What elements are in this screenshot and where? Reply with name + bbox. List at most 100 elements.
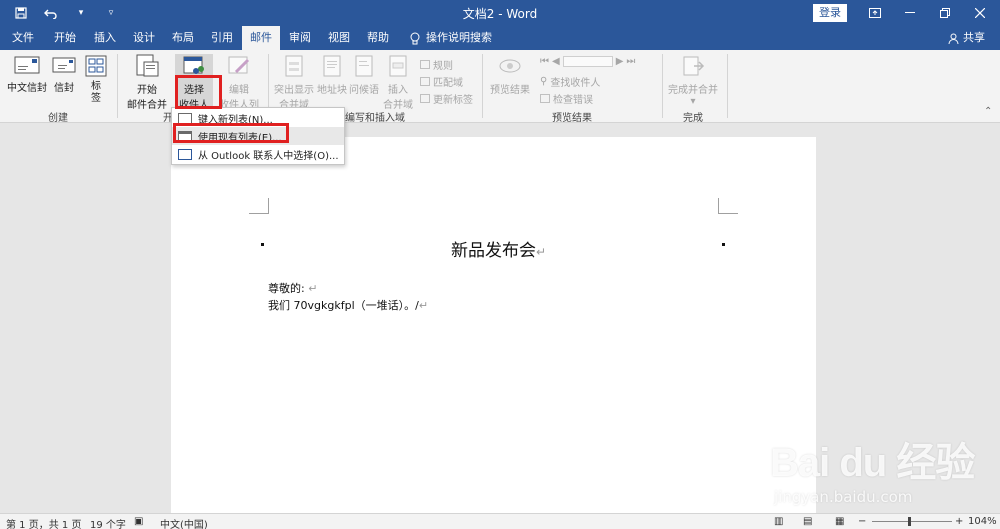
labels-button[interactable]: 标签: [82, 54, 110, 105]
restore-icon[interactable]: [930, 3, 960, 23]
group-label-preview: 预览结果: [552, 113, 592, 124]
record-navigation: ⏮ ◀ ▶ ⏭: [540, 56, 635, 67]
chinese-envelope-button[interactable]: 中文信封: [6, 54, 48, 94]
rules-icon: [420, 60, 430, 69]
language-status[interactable]: 中文(中国): [160, 516, 208, 529]
rules-command[interactable]: 规则: [420, 57, 453, 72]
window-title: 文档2 - Word: [462, 7, 538, 21]
match-fields-icon: [420, 77, 430, 86]
group-separator: [117, 54, 118, 118]
menu-item-outlook-contacts[interactable]: 从 Outlook 联系人中选择(O)...: [172, 145, 344, 163]
group-label-finish: 完成: [683, 113, 703, 124]
margin-mark-top-left: [249, 198, 269, 214]
next-record-icon[interactable]: ▶: [616, 56, 624, 67]
previous-record-icon[interactable]: ◀: [552, 56, 560, 67]
menu-item-label: 从 Outlook 联系人中选择(O)...: [198, 150, 339, 162]
ribbon-display-icon[interactable]: [860, 3, 890, 23]
find-recipient-label: 查找收件人: [550, 78, 601, 89]
title-bar: ▾ ▿ 文档2 - Word 登录: [0, 0, 1000, 26]
address-block-button[interactable]: 地址块: [316, 54, 348, 96]
record-number-input[interactable]: [562, 56, 613, 67]
zoom-slider-thumb[interactable]: [908, 517, 911, 526]
group-separator: [482, 54, 483, 118]
start-mail-merge-button[interactable]: 开始 邮件合并: [122, 54, 172, 111]
labels-icon: [85, 55, 107, 77]
find-recipient-command[interactable]: ⚲ 查找收件人: [540, 74, 600, 89]
paragraph-mark: [722, 243, 725, 246]
finish-merge-label: 完成并合并: [668, 85, 718, 96]
zoom-slider[interactable]: [872, 521, 952, 522]
page-count[interactable]: 第 1 页，共 1 页: [6, 516, 81, 529]
envelope-icon: [52, 57, 76, 73]
tab-design[interactable]: 设计: [125, 26, 163, 50]
ribbon-tabs: 文件 开始 插入 设计 布局 引用 邮件 审阅 视图 帮助 操作说明搜索 共享: [0, 26, 1000, 50]
check-errors-command[interactable]: 检查错误: [540, 91, 593, 106]
tell-me-search[interactable]: 操作说明搜索: [410, 26, 492, 50]
envelope-button[interactable]: 信封: [50, 54, 78, 94]
read-mode-icon[interactable]: ▥: [774, 516, 783, 527]
greeting-line-icon: [355, 55, 373, 77]
envelope-label: 信封: [54, 83, 74, 94]
first-record-icon[interactable]: ⏮: [540, 56, 549, 67]
tab-help[interactable]: 帮助: [359, 26, 397, 50]
find-recipient-icon: ⚲: [540, 76, 548, 87]
proofing-icon[interactable]: ▣: [134, 516, 143, 527]
close-icon[interactable]: [965, 3, 995, 23]
web-layout-icon[interactable]: ▦: [835, 516, 844, 527]
preview-results-label: 预览结果: [490, 85, 530, 96]
edit-list-icon: [228, 56, 250, 74]
preview-results-button[interactable]: 预览结果: [488, 54, 532, 96]
greeting-line-button[interactable]: 问候语: [348, 54, 380, 96]
highlight-merge-fields-button[interactable]: 突出显示 合并域: [273, 54, 315, 111]
update-labels-command[interactable]: 更新标签: [420, 91, 473, 106]
share-button[interactable]: 共享: [948, 26, 985, 50]
tab-layout[interactable]: 布局: [164, 26, 202, 50]
zoom-out-icon[interactable]: −: [858, 516, 866, 527]
last-record-icon[interactable]: ⏭: [626, 56, 635, 67]
tab-insert[interactable]: 插入: [86, 26, 124, 50]
return-mark: ↵: [304, 282, 318, 295]
tab-review[interactable]: 审阅: [281, 26, 319, 50]
watermark-logo: Bai du 经验: [770, 441, 975, 485]
zoom-level[interactable]: 104%: [968, 516, 997, 527]
tab-file[interactable]: 文件: [4, 26, 42, 50]
document-line-2: 我们 70vgkgkfpl（一堆话）。/↵: [268, 297, 428, 313]
status-bar: 第 1 页，共 1 页 19 个字 ▣ 中文(中国) ▥ ▤ ▦ − + 104…: [0, 513, 1000, 529]
finish-dropdown-icon: ▾: [690, 96, 696, 107]
tell-me-label: 操作说明搜索: [426, 31, 492, 44]
tab-references[interactable]: 引用: [203, 26, 241, 50]
collapse-ribbon-icon[interactable]: ⌃: [984, 106, 992, 117]
match-fields-command[interactable]: 匹配域: [420, 74, 463, 89]
insert-merge-field-button[interactable]: 插入 合并域: [381, 54, 415, 111]
group-separator: [727, 54, 728, 118]
share-label: 共享: [963, 31, 985, 44]
labels-label: 标签: [91, 81, 101, 104]
check-errors-label: 检查错误: [553, 95, 593, 106]
paragraph-mark: [261, 243, 264, 246]
print-layout-icon[interactable]: ▤: [803, 516, 812, 527]
highlight-select-recipients: [175, 75, 222, 109]
tab-home[interactable]: 开始: [46, 26, 84, 50]
return-mark: ↵: [418, 299, 429, 312]
check-errors-icon: [540, 94, 550, 103]
minimize-icon[interactable]: [895, 3, 925, 23]
login-button[interactable]: 登录: [813, 4, 847, 22]
ribbon-mailings: 中文信封 信封 标签 创建 开始 邮件合并 选择 收件人 编辑 收件人列表 开 …: [0, 50, 1000, 126]
document-page[interactable]: [171, 137, 816, 513]
return-mark: ↵: [536, 245, 547, 259]
word-count[interactable]: 19 个字: [90, 516, 126, 529]
lightbulb-icon: [410, 32, 420, 44]
tab-view[interactable]: 视图: [320, 26, 358, 50]
highlight-fields-icon: [285, 55, 303, 77]
insert-field-icon: [389, 55, 407, 77]
document-line-1: 尊敬的: ↵: [268, 280, 317, 296]
tab-mailings[interactable]: 邮件: [242, 26, 280, 50]
mail-merge-icon: [136, 54, 159, 77]
insert-field-label-1: 插入: [388, 85, 408, 96]
group-label-write-insert: 编写和插入域: [345, 113, 405, 124]
document-heading: 新品发布会↵: [451, 236, 546, 261]
highlight-use-existing-list: [173, 123, 289, 143]
zoom-in-icon[interactable]: +: [955, 516, 963, 527]
update-labels-icon: [420, 94, 430, 103]
finish-merge-button[interactable]: 完成并合并 ▾: [666, 54, 720, 107]
